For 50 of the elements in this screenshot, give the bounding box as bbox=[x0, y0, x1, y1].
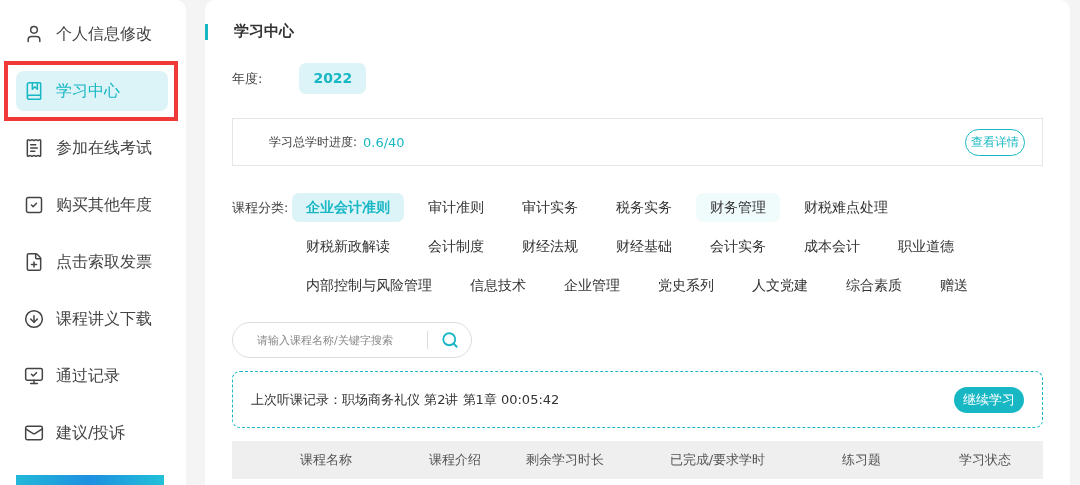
category-chip[interactable]: 财税难点处理 bbox=[790, 193, 903, 222]
sidebar-item[interactable]: 购买其他年度 bbox=[16, 185, 168, 225]
sidebar-item[interactable]: 课程讲义下载 bbox=[16, 299, 168, 339]
category-chip[interactable]: 审计实务 bbox=[508, 193, 593, 222]
search-field[interactable]: 请输入课程名称/关键字搜索 bbox=[232, 322, 472, 358]
category-label: 课程分类: bbox=[232, 199, 289, 217]
column-header: 课程介绍 bbox=[428, 451, 482, 469]
category-chip[interactable]: 综合素质 bbox=[832, 271, 917, 300]
receipt-icon bbox=[24, 138, 44, 158]
category-chip[interactable]: 会计制度 bbox=[414, 232, 499, 261]
banner-strip[interactable] bbox=[16, 475, 164, 485]
column-header: 学习状态 bbox=[958, 451, 1012, 469]
category-chip[interactable]: 职业道德 bbox=[884, 232, 969, 261]
category-chip[interactable]: 党史系列 bbox=[644, 271, 729, 300]
category-chip[interactable]: 成本会计 bbox=[790, 232, 875, 261]
search-icon[interactable] bbox=[441, 331, 459, 349]
sidebar-item[interactable]: 个人信息修改 bbox=[16, 14, 168, 54]
category-chip[interactable]: 内部控制与风险管理 bbox=[292, 271, 447, 300]
section-title: 学习中心 bbox=[234, 22, 294, 41]
person-icon bbox=[24, 24, 44, 44]
sidebar-item[interactable]: 点击索取发票 bbox=[16, 242, 168, 282]
category-chip[interactable]: 审计准则 bbox=[414, 193, 499, 222]
book-icon bbox=[24, 81, 44, 101]
sidebar-item[interactable]: 参加在线考试 bbox=[16, 128, 168, 168]
column-header: 练习题 bbox=[841, 451, 882, 469]
title-accent bbox=[205, 23, 208, 40]
column-header: 剩余学习时长 bbox=[525, 451, 605, 469]
category-chip[interactable]: 会计实务 bbox=[696, 232, 781, 261]
last-record-text: 上次听课记录：职场商务礼仪 第2讲 第1章 00:05:42 bbox=[251, 390, 560, 409]
sidebar-item[interactable]: 通过记录 bbox=[16, 356, 168, 396]
category-chip[interactable]: 财经基础 bbox=[602, 232, 687, 261]
category-chip[interactable]: 财税新政解读 bbox=[292, 232, 405, 261]
category-chip[interactable]: 信息技术 bbox=[456, 271, 541, 300]
category-chip[interactable]: 赠送 bbox=[926, 271, 983, 300]
download-icon bbox=[24, 309, 44, 329]
category-chip[interactable]: 企业管理 bbox=[550, 271, 635, 300]
sidebar-item[interactable]: 建议/投诉 bbox=[16, 413, 168, 453]
progress-value: 0.6/40 bbox=[363, 134, 405, 150]
progress-label: 学习总学时进度: bbox=[269, 133, 358, 151]
file-plus-icon bbox=[24, 252, 44, 272]
category-chip[interactable]: 财经法规 bbox=[508, 232, 593, 261]
column-header: 课程名称 bbox=[299, 451, 353, 469]
year-label: 年度: bbox=[232, 69, 263, 88]
monitor-icon bbox=[24, 366, 44, 386]
mail-icon bbox=[24, 423, 44, 443]
checkbox-icon bbox=[24, 195, 44, 215]
category-chip[interactable]: 财务管理 bbox=[696, 193, 781, 222]
category-chip[interactable]: 人文党建 bbox=[738, 271, 823, 300]
column-header: 已完成/要求学时 bbox=[668, 451, 767, 469]
category-chip[interactable]: 税务实务 bbox=[602, 193, 687, 222]
